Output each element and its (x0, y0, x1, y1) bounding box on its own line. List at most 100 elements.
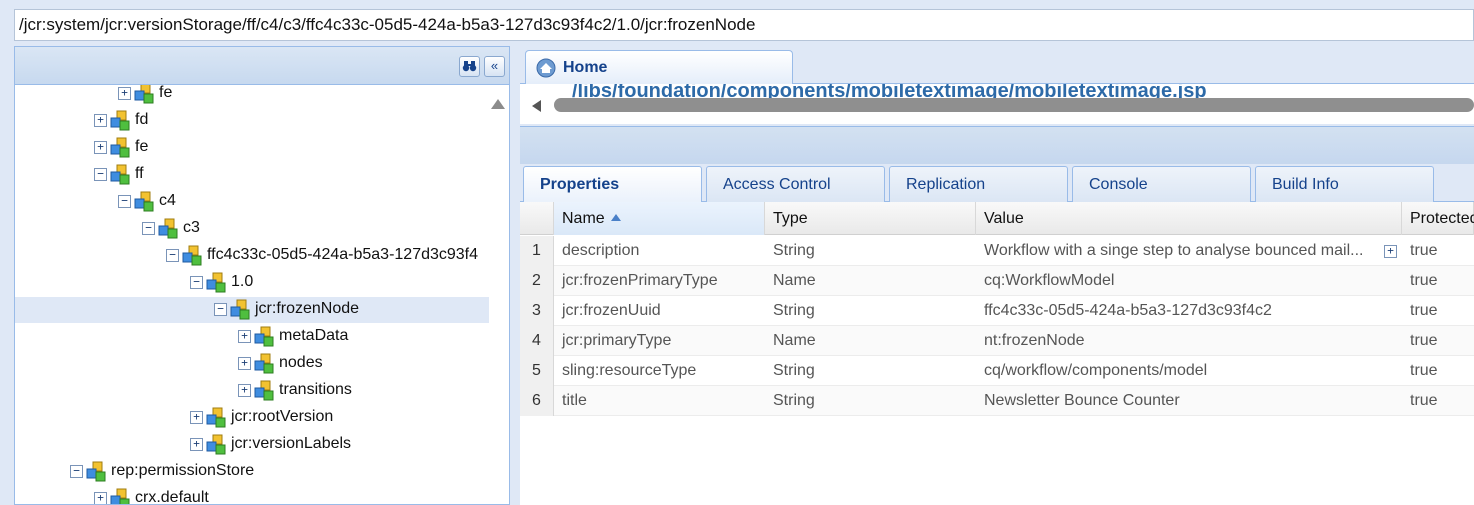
column-header-protected[interactable]: Protected (1402, 202, 1474, 235)
tab-home[interactable]: Home (525, 50, 793, 84)
tree-node-label[interactable]: jcr:rootVersion (231, 408, 333, 426)
tree-node[interactable]: + jcr:rootVersion (15, 405, 491, 431)
scroll-left-arrow-icon[interactable] (532, 100, 541, 112)
tree-node[interactable]: − ffc4c33c-05d5-424a-b5a3-127d3c93f4 (15, 243, 491, 269)
tree-node-label[interactable]: metaData (279, 327, 348, 345)
tree-node[interactable]: + nodes (15, 351, 491, 377)
expand-icon[interactable]: + (238, 357, 251, 370)
tree-node-label[interactable]: fe (159, 85, 172, 102)
cell-protected[interactable]: true (1402, 326, 1474, 356)
column-header-name[interactable]: Name (554, 202, 765, 235)
cell-type[interactable]: Name (765, 326, 976, 356)
node-tree: + fe + fd + fe − ff − c4− c3− ffc4c33c-05d5-424a-b5… (15, 85, 491, 504)
cell-type[interactable]: String (765, 296, 976, 326)
cell-name[interactable]: jcr:frozenPrimaryType (554, 266, 765, 296)
expand-icon[interactable]: + (94, 114, 107, 127)
tree-scrollbar[interactable] (489, 85, 509, 504)
cell-protected[interactable]: true (1402, 356, 1474, 386)
cell-value[interactable]: nt:frozenNode (976, 326, 1376, 356)
collapse-icon[interactable]: − (118, 195, 131, 208)
tab-replication[interactable]: Replication (889, 166, 1068, 202)
scroll-up-arrow-icon[interactable] (491, 99, 505, 109)
tree-node[interactable]: + jcr:versionLabels (15, 432, 491, 458)
tab-console[interactable]: Console (1072, 166, 1251, 202)
cell-protected[interactable]: true (1402, 236, 1474, 266)
cell-protected[interactable]: true (1402, 386, 1474, 416)
tree-node[interactable]: + transitions (15, 378, 491, 404)
tree-node-label[interactable]: ffc4c33c-05d5-424a-b5a3-127d3c93f4 (207, 246, 478, 264)
table-row[interactable]: 3 jcr:frozenUuid String ffc4c33c-05d5-424a-… (520, 296, 1474, 326)
tree-node-label[interactable]: 1.0 (231, 273, 253, 291)
tree-node[interactable]: − c4 (15, 189, 491, 215)
collapse-icon[interactable]: − (94, 168, 107, 181)
cell-name[interactable]: jcr:primaryType (554, 326, 765, 356)
cell-value[interactable]: Newsletter Bounce Counter (976, 386, 1376, 416)
tree-node[interactable]: + fe (15, 85, 491, 107)
table-row[interactable]: 4 jcr:primaryType Name nt:frozenNode true (520, 326, 1474, 356)
binoculars-icon[interactable] (459, 56, 480, 77)
expand-icon[interactable]: + (190, 438, 203, 451)
tree-node[interactable]: − jcr:frozenNode (15, 297, 491, 323)
tree-node-label[interactable]: transitions (279, 381, 352, 399)
tree-node-label[interactable]: crx.default (135, 489, 209, 504)
tree-node[interactable]: − 1.0 (15, 270, 491, 296)
tree-node-label[interactable]: c4 (159, 192, 176, 210)
collapse-icon[interactable]: − (166, 249, 179, 262)
tree-node-label[interactable]: c3 (183, 219, 200, 237)
editor-horizontal-scrollbar[interactable] (554, 98, 1474, 112)
column-header-value[interactable]: Value (976, 202, 1402, 235)
expand-value-icon[interactable]: + (1384, 245, 1397, 258)
tree-node-label[interactable]: ff (135, 165, 144, 183)
expand-icon[interactable]: + (238, 384, 251, 397)
cell-name[interactable]: jcr:frozenUuid (554, 296, 765, 326)
tree-node[interactable]: − ff (15, 162, 491, 188)
cell-type[interactable]: String (765, 236, 976, 266)
tree-node-label[interactable]: rep:permissionStore (111, 462, 254, 480)
tree-node[interactable]: + fe (15, 135, 491, 161)
table-row[interactable]: 5 sling:resourceType String cq/workflow/com… (520, 356, 1474, 386)
path-input[interactable]: /jcr:system/jcr:versionStorage/ff/c4/c3/… (14, 9, 1474, 41)
expand-icon[interactable]: + (190, 411, 203, 424)
tab-build-info[interactable]: Build Info (1255, 166, 1434, 202)
tab-access-control[interactable]: Access Control (706, 166, 885, 202)
cell-value[interactable]: cq:WorkflowModel (976, 266, 1376, 296)
tree-node[interactable]: + fd (15, 108, 491, 134)
collapse-icon[interactable]: − (70, 465, 83, 478)
column-header-type[interactable]: Type (765, 202, 976, 235)
cell-type[interactable]: String (765, 356, 976, 386)
tree-node-label[interactable]: fd (135, 111, 148, 129)
cell-name[interactable]: title (554, 386, 765, 416)
expand-icon[interactable]: + (94, 492, 107, 504)
main-tab-bar: Home (520, 46, 1474, 84)
cell-value[interactable]: Workflow with a singe step to analyse bo… (976, 236, 1376, 266)
cell-value[interactable]: ffc4c33c-05d5-424a-b5a3-127d3c93f4c2 (976, 296, 1376, 326)
expand-icon[interactable]: + (118, 87, 131, 100)
tree-node-label[interactable]: nodes (279, 354, 323, 372)
tree-node[interactable]: + metaData (15, 324, 491, 350)
expand-icon[interactable]: + (94, 141, 107, 154)
cell-value[interactable]: cq/workflow/components/model (976, 356, 1376, 386)
tab-properties[interactable]: Properties (523, 166, 702, 203)
tree-node-label[interactable]: jcr:frozenNode (255, 300, 359, 318)
collapse-icon[interactable]: − (190, 276, 203, 289)
collapse-icon[interactable]: − (214, 303, 227, 316)
cell-protected[interactable]: true (1402, 296, 1474, 326)
cell-name[interactable]: sling:resourceType (554, 356, 765, 386)
tree-node[interactable]: − rep:permissionStore (15, 459, 491, 485)
collapse-panel-button[interactable]: « (484, 56, 505, 77)
collapse-icon[interactable]: − (142, 222, 155, 235)
tree-node-label[interactable]: jcr:versionLabels (231, 435, 351, 453)
table-row[interactable]: 6 title String Newsletter Bounce Counter tru… (520, 386, 1474, 416)
expand-icon[interactable]: + (238, 330, 251, 343)
tree-panel-header: « (15, 47, 509, 85)
row-number: 6 (520, 386, 554, 416)
cell-type[interactable]: Name (765, 266, 976, 296)
cell-type[interactable]: String (765, 386, 976, 416)
tree-node[interactable]: + crx.default (15, 486, 491, 504)
tree-node-label[interactable]: fe (135, 138, 148, 156)
cell-name[interactable]: description (554, 236, 765, 266)
table-row[interactable]: 1 description String Workflow with a singe … (520, 236, 1474, 266)
tree-node[interactable]: − c3 (15, 216, 491, 242)
table-row[interactable]: 2 jcr:frozenPrimaryType Name cq:WorkflowMod… (520, 266, 1474, 296)
cell-protected[interactable]: true (1402, 266, 1474, 296)
